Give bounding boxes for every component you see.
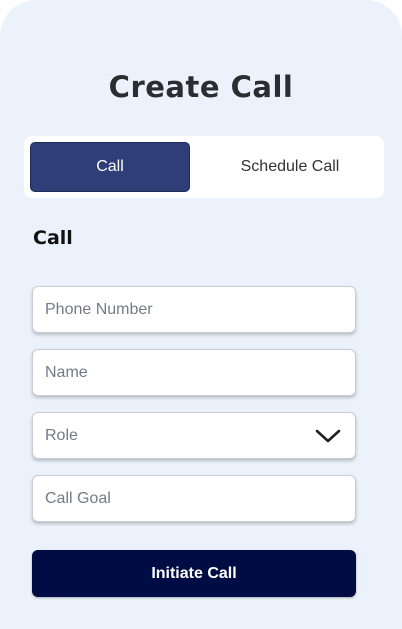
name-input[interactable]: [33, 350, 355, 395]
chevron-down-icon: [315, 429, 341, 443]
section-heading: Call: [33, 227, 73, 249]
initiate-call-button[interactable]: Initiate Call: [32, 550, 356, 597]
call-type-tabs: Call Schedule Call: [24, 136, 384, 198]
role-select-value: Role: [45, 426, 78, 444]
name-field: [32, 349, 356, 396]
call-goal-input[interactable]: [33, 476, 355, 521]
create-call-card: Create Call Call Schedule Call Call Role…: [0, 0, 402, 629]
tab-schedule-call[interactable]: Schedule Call: [202, 142, 378, 192]
phone-number-input[interactable]: [33, 287, 355, 332]
tab-call[interactable]: Call: [30, 142, 190, 192]
phone-number-field: [32, 286, 356, 333]
page-title: Create Call: [108, 70, 294, 104]
call-goal-field: [32, 475, 356, 522]
role-select[interactable]: Role: [32, 412, 356, 459]
